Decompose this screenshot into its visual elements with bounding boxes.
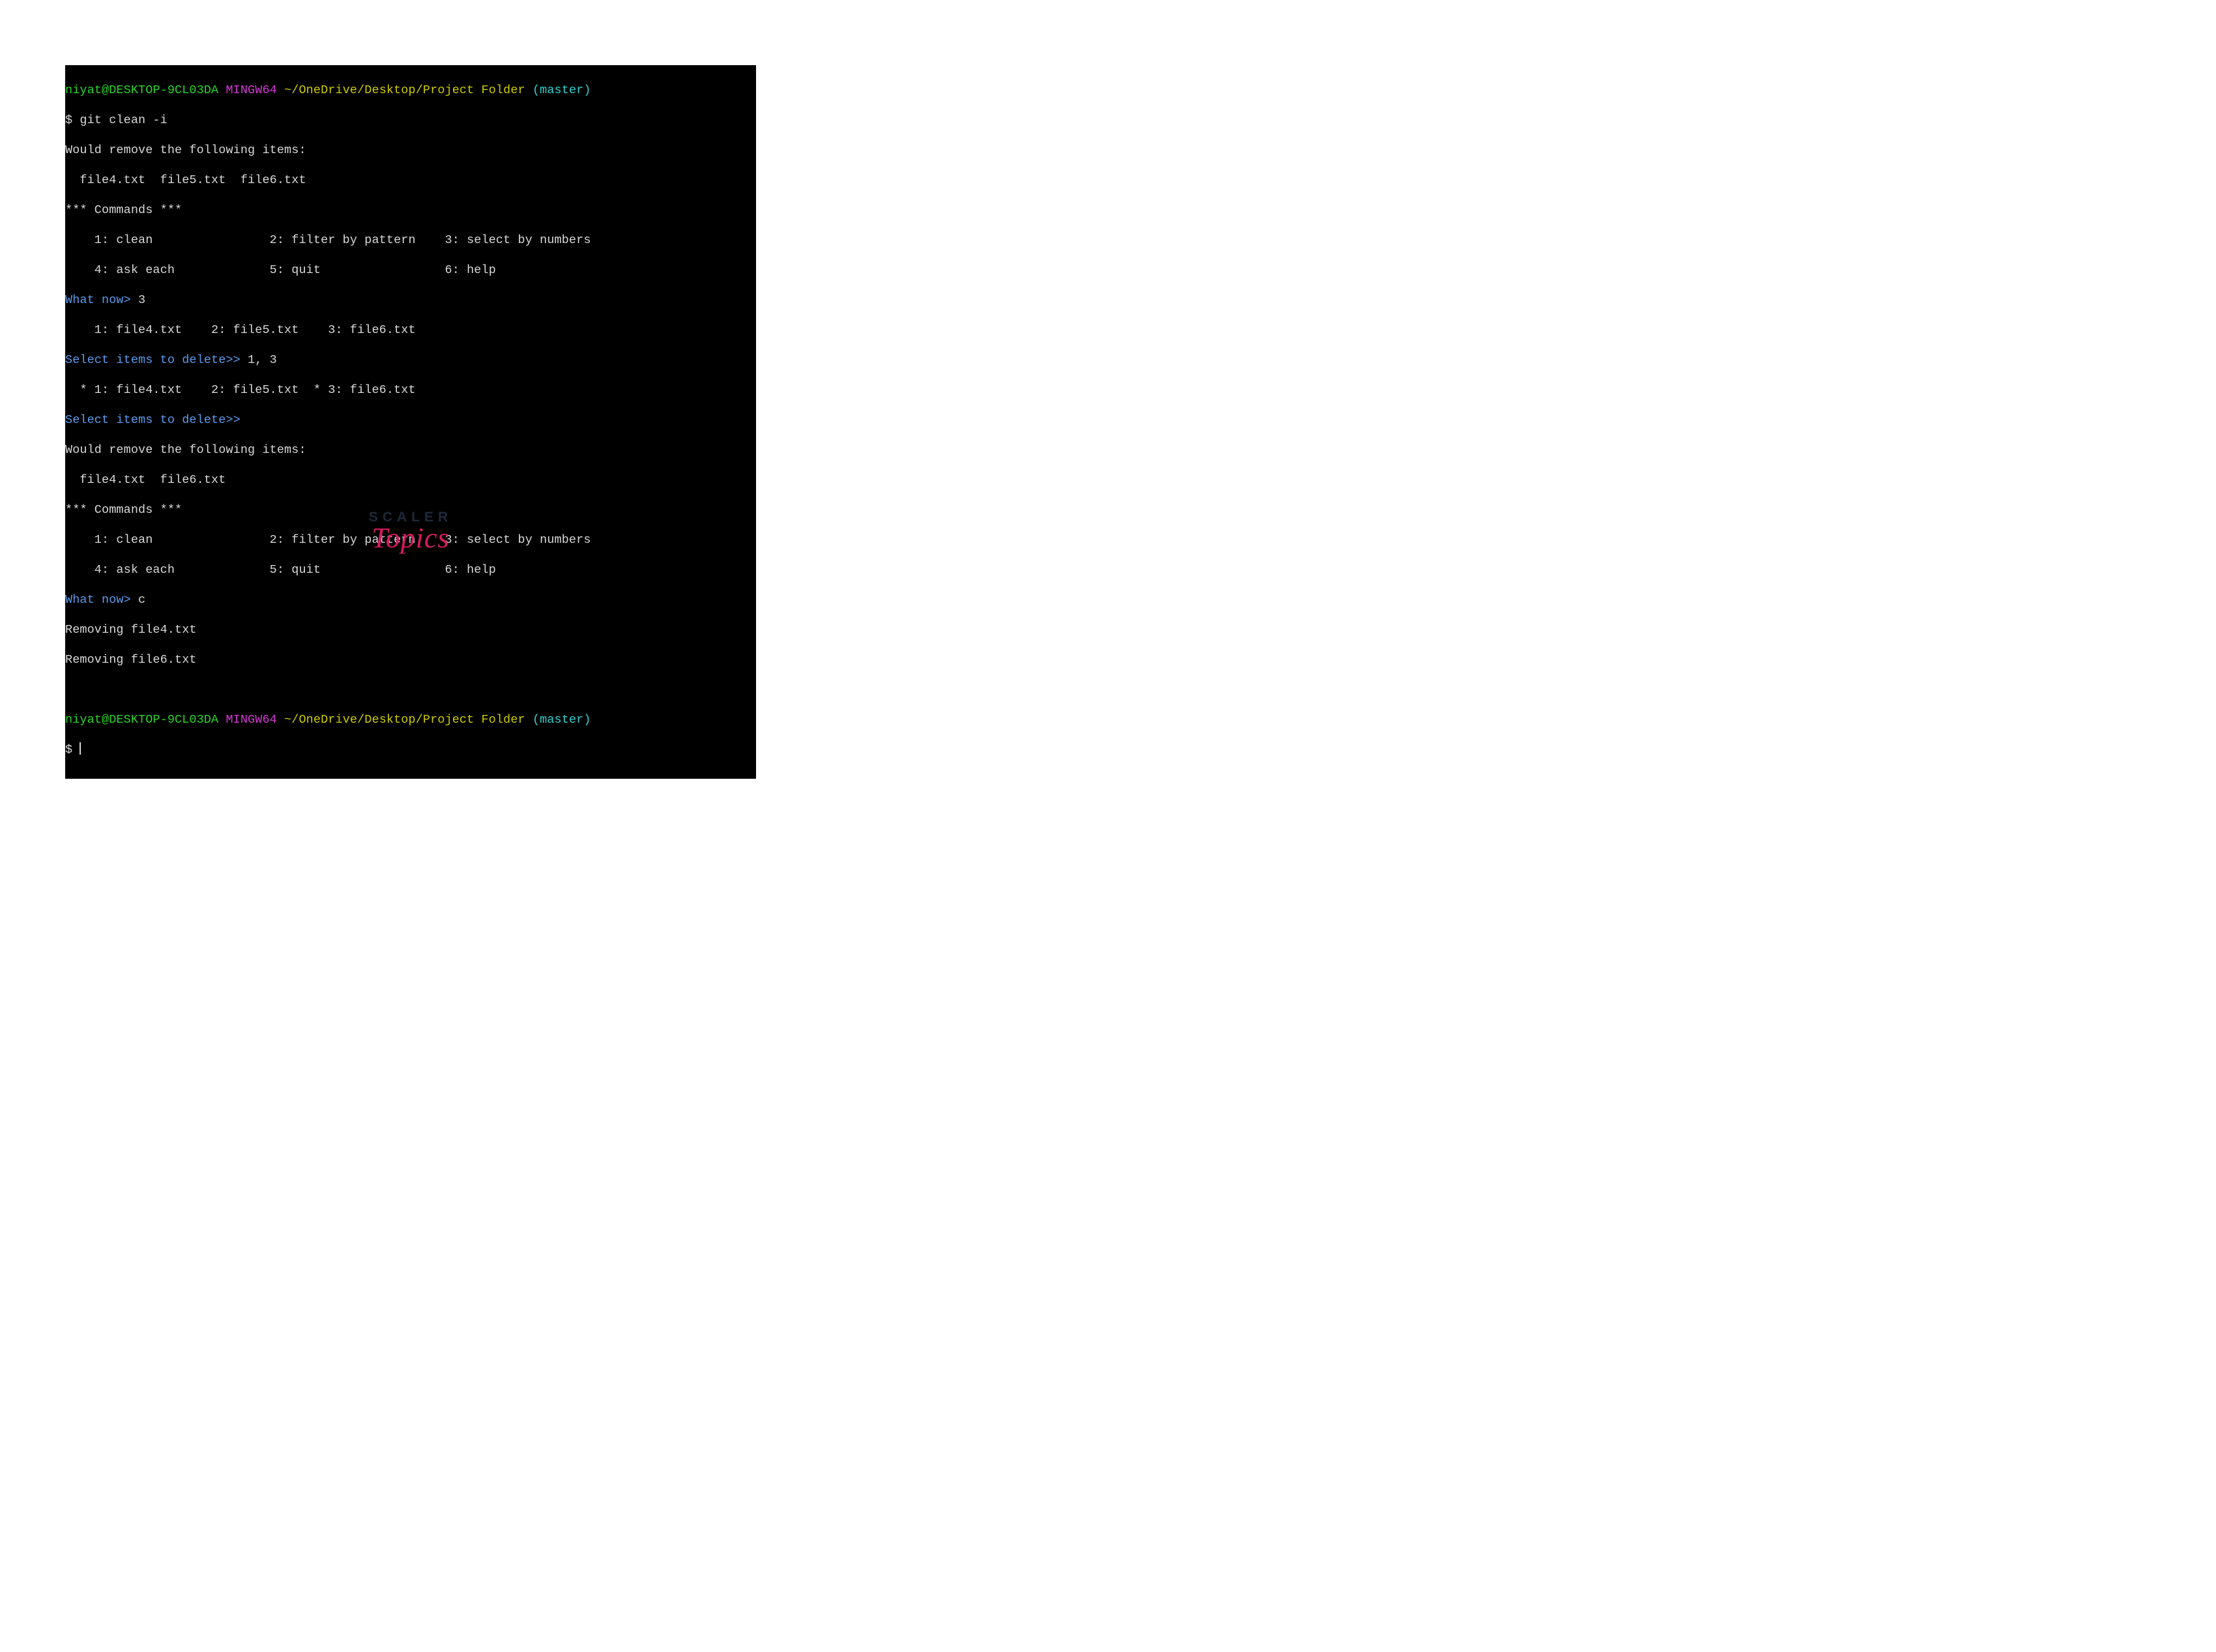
prompt-shell: MINGW64 xyxy=(218,713,284,727)
prompt-user: niyat@DESKTOP-9CL03DA xyxy=(65,713,218,727)
menu-row-1a: 1: clean 2: filter by pattern 3: select … xyxy=(65,233,756,248)
prompt-branch: (master) xyxy=(525,713,591,727)
prompt-shell: MINGW64 xyxy=(218,83,284,97)
prompt-path: ~/OneDrive/Desktop/Project Folder xyxy=(284,83,525,97)
removing-line-1: Removing file4.txt xyxy=(65,622,756,637)
starred-file-list: * 1: file4.txt 2: file5.txt * 3: file6.t… xyxy=(65,383,756,398)
would-remove-header-1: Would remove the following items: xyxy=(65,143,756,158)
select-prompt: Select items to delete>> xyxy=(65,353,248,367)
what-now-prompt: What now> xyxy=(65,293,138,307)
what-now-answer: 3 xyxy=(138,293,145,307)
menu-row-2b: 4: ask each 5: quit 6: help xyxy=(65,562,756,577)
numbered-file-list: 1: file4.txt 2: file5.txt 3: file6.txt xyxy=(65,323,756,338)
select-answer: 1, 3 xyxy=(248,353,277,367)
terminal-window[interactable]: niyat@DESKTOP-9CL03DA MINGW64 ~/OneDrive… xyxy=(65,65,756,779)
file-list-1: file4.txt file5.txt file6.txt xyxy=(65,173,756,188)
commands-header-1: *** Commands *** xyxy=(65,203,756,218)
brand-logo: SCALER Topics xyxy=(0,510,821,555)
prompt-line-2: niyat@DESKTOP-9CL03DA MINGW64 ~/OneDrive… xyxy=(65,712,756,727)
prompt-user: niyat@DESKTOP-9CL03DA xyxy=(65,83,218,97)
select-items-2[interactable]: Select items to delete>> xyxy=(65,413,756,427)
would-remove-header-2: Would remove the following items: xyxy=(65,442,756,457)
prompt-line-1: niyat@DESKTOP-9CL03DA MINGW64 ~/OneDrive… xyxy=(65,83,756,98)
what-now-prompt: What now> xyxy=(65,593,138,607)
select-items-1[interactable]: Select items to delete>> 1, 3 xyxy=(65,353,756,368)
command-input-1[interactable]: $ git clean -i xyxy=(65,113,756,128)
blank-line xyxy=(65,682,756,697)
file-list-2: file4.txt file6.txt xyxy=(65,472,756,487)
cursor-icon xyxy=(80,742,81,755)
removing-line-2: Removing file6.txt xyxy=(65,652,756,667)
prompt-dollar: $ xyxy=(65,743,80,757)
logo-line-2: Topics xyxy=(0,521,821,555)
what-now-2[interactable]: What now> c xyxy=(65,592,756,607)
command-input-2[interactable]: $ xyxy=(65,742,756,757)
menu-row-1b: 4: ask each 5: quit 6: help xyxy=(65,263,756,278)
prompt-path: ~/OneDrive/Desktop/Project Folder xyxy=(284,713,525,727)
what-now-answer: c xyxy=(138,593,145,607)
what-now-1[interactable]: What now> 3 xyxy=(65,293,756,308)
prompt-branch: (master) xyxy=(525,83,591,97)
